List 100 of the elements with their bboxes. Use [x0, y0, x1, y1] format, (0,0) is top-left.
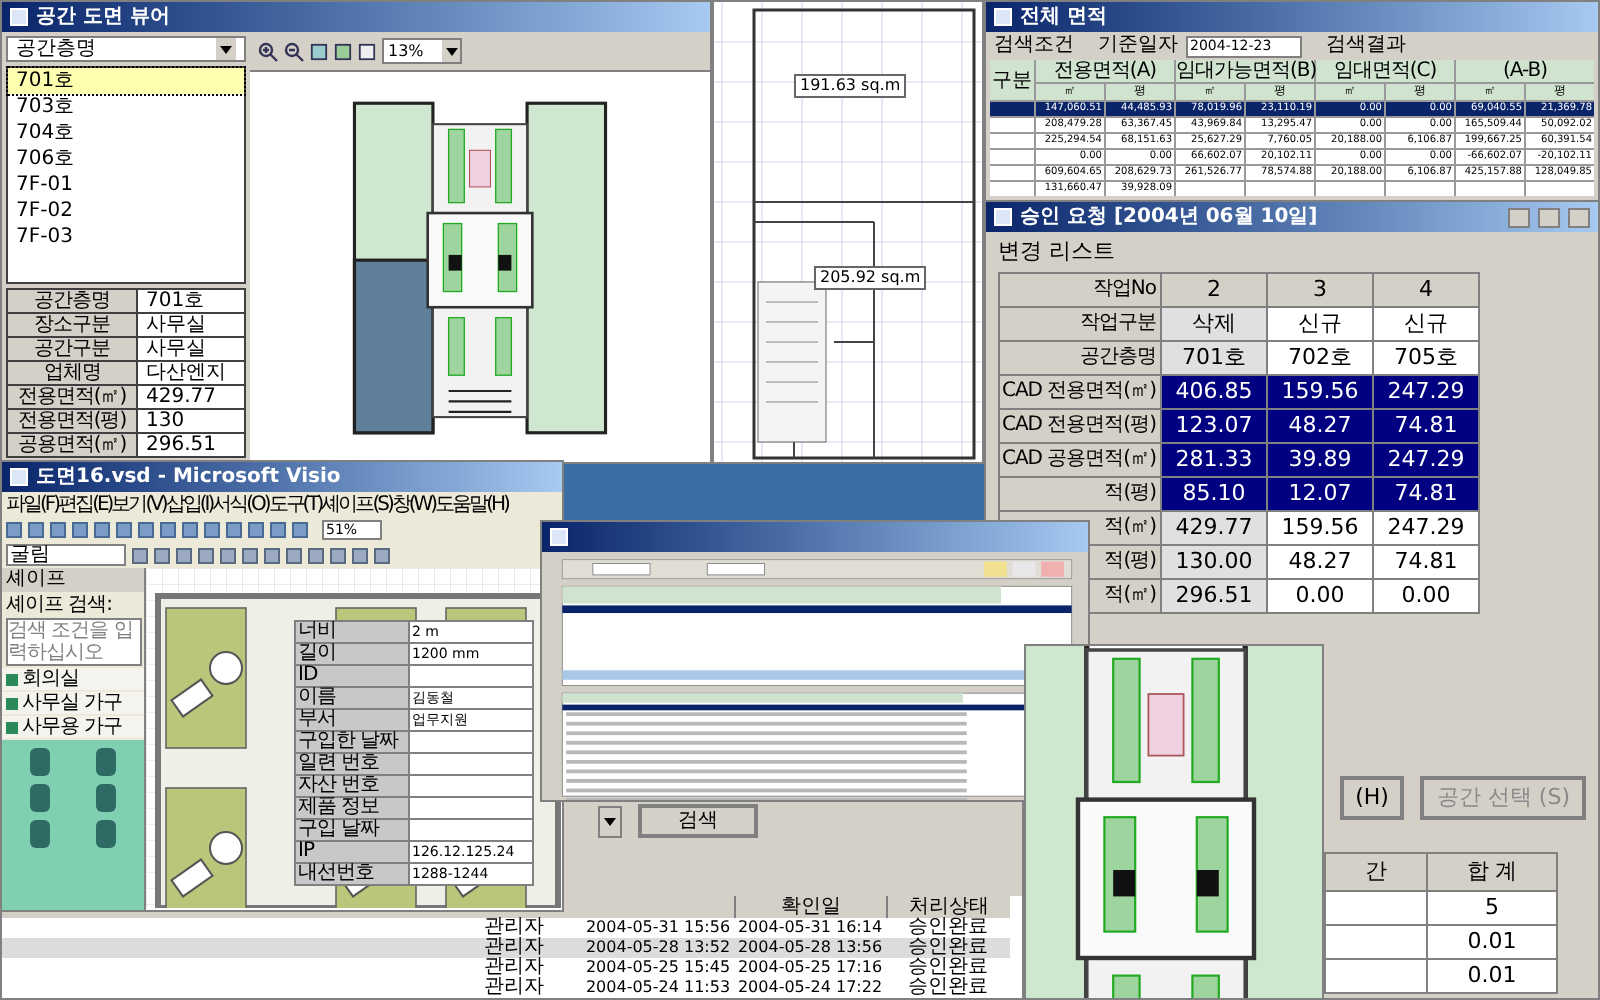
- property-value: [410, 732, 532, 752]
- list-item[interactable]: 7F-03: [8, 224, 244, 251]
- menu-item[interactable]: 파일(F): [6, 495, 59, 515]
- table-header: 구분: [990, 60, 1034, 100]
- list-item[interactable]: 7F-02: [8, 198, 244, 225]
- menu-item[interactable]: 보기(V): [111, 495, 166, 515]
- floor-dropdown[interactable]: 공간층명: [6, 36, 246, 63]
- table-cell: 48.27: [1268, 546, 1372, 578]
- property-value: [410, 820, 532, 840]
- search-field[interactable]: 검색 조건을 입력하십시오: [6, 618, 142, 666]
- table-cell: 2004-05-24 17:22: [734, 978, 886, 998]
- button: 공간 선택 (S): [1420, 776, 1586, 820]
- caret-icon: [442, 40, 460, 62]
- table-cell: 705호: [1374, 342, 1478, 374]
- table-header: 전용면적(A): [1036, 60, 1174, 82]
- property-label: IP: [296, 842, 408, 862]
- property-value: 429.77: [138, 386, 244, 408]
- menu-item[interactable]: 삽입(I): [165, 495, 213, 515]
- menu-item[interactable]: 도구(T): [268, 495, 322, 515]
- window-title: 전체 면적: [1020, 5, 1107, 29]
- furniture-shape-icon[interactable]: [29, 748, 50, 776]
- table-cell: 701호: [1162, 342, 1266, 374]
- table-cell: 관리자: [446, 938, 582, 958]
- table-cell: 승인완료: [886, 938, 1010, 958]
- row-label: CAD 공용면적(㎡): [1000, 444, 1160, 476]
- window-title: 승인 요청 [2004년 06월 10일]: [1020, 205, 1318, 229]
- window-icon: [994, 208, 1012, 226]
- table-cell: 2004-05-25 15:45: [582, 958, 734, 978]
- property-label: 공용면적(㎡): [8, 434, 136, 456]
- menu-item[interactable]: 도움말(H): [435, 495, 508, 515]
- furniture-shape-icon[interactable]: [96, 784, 117, 812]
- menu-item[interactable]: 창(W): [391, 495, 436, 515]
- list-item[interactable]: 703호: [8, 94, 244, 121]
- table-cell: 247.29: [1374, 512, 1478, 544]
- menu-item[interactable]: 셰이프(S): [321, 495, 392, 515]
- stencil-item[interactable]: 회의실: [2, 668, 144, 690]
- stencil-item[interactable]: 사무실 가구: [2, 692, 144, 714]
- table-cell: 신규: [1268, 308, 1372, 340]
- table-header: 임대면적(C): [1316, 60, 1454, 82]
- list-item[interactable]: 706호: [8, 146, 244, 173]
- table-cell: 247.29: [1374, 444, 1478, 476]
- field-label: 기준일자: [1098, 36, 1178, 56]
- list-item[interactable]: 704호: [8, 120, 244, 147]
- row-label: 공간층명: [1000, 342, 1160, 374]
- group-label: 검색결과: [1326, 36, 1406, 56]
- property-value: 사무실: [138, 314, 244, 336]
- furniture-shape-icon[interactable]: [29, 784, 50, 812]
- zoom-out-icon[interactable]: [284, 41, 304, 61]
- property-label: 자산 번호: [296, 776, 408, 796]
- close-button[interactable]: [1568, 207, 1590, 227]
- table-cell: 247.29: [1374, 376, 1478, 408]
- property-label: 내선번호: [296, 864, 408, 884]
- table-cell: 신규: [1374, 308, 1478, 340]
- property-value: 701호: [138, 290, 244, 312]
- maximize-button[interactable]: [1538, 207, 1560, 227]
- furniture-shape-icon[interactable]: [96, 820, 117, 848]
- table-cell: 429.77: [1162, 512, 1266, 544]
- caret-icon[interactable]: [598, 805, 622, 838]
- property-label: 구입한 날짜: [296, 732, 408, 752]
- property-label: 구입 날짜: [296, 820, 408, 840]
- font-field[interactable]: 굴림: [6, 544, 126, 566]
- table-cell: 5: [1428, 892, 1556, 924]
- table-cell: 48.27: [1268, 410, 1372, 442]
- table-cell: 3: [1268, 274, 1372, 306]
- stencil-item[interactable]: 사무용 가구: [2, 716, 144, 738]
- list-item[interactable]: 7F-01: [8, 172, 244, 199]
- zoom-dropdown[interactable]: 13%: [382, 38, 462, 64]
- search-label: 셰이프 검색:: [4, 594, 115, 616]
- button[interactable]: (H): [1339, 776, 1405, 820]
- property-label: ID: [296, 666, 408, 686]
- table-cell: 74.81: [1374, 546, 1478, 578]
- table-cell: 159.56: [1268, 376, 1372, 408]
- table-cell: 702호: [1268, 342, 1372, 374]
- table-cell: 4: [1374, 274, 1478, 306]
- zoom-in-icon[interactable]: [258, 41, 278, 61]
- table-cell: 130.00: [1162, 546, 1266, 578]
- window-icon: [550, 528, 568, 546]
- window-title: 도면16.vsd - Microsoft Visio: [36, 465, 341, 489]
- row-label: CAD 전용면적(㎡): [1000, 376, 1160, 408]
- table-cell: 2004-05-31 16:14: [734, 918, 886, 938]
- area-label: 205.92 sq.m: [814, 266, 927, 290]
- property-label: 전용면적(㎡): [8, 386, 136, 408]
- row-label: CAD 전용면적(평): [1000, 410, 1160, 442]
- furniture-shape-icon[interactable]: [29, 820, 50, 848]
- table-cell: 2004-05-28 13:52: [582, 938, 734, 958]
- minimize-button[interactable]: [1508, 207, 1530, 227]
- table-cell: 85.10: [1162, 478, 1266, 510]
- caret-icon: [216, 38, 236, 61]
- furniture-shape-icon[interactable]: [96, 748, 117, 776]
- property-label: 제품 정보: [296, 798, 408, 818]
- menu-item[interactable]: 서식(O): [212, 495, 269, 515]
- search-button[interactable]: 검색: [638, 804, 758, 839]
- table-cell: 2004-05-25 17:16: [734, 958, 886, 978]
- column-header: 처리상태: [886, 896, 1010, 918]
- property-label: 업체명: [8, 362, 136, 384]
- table-cell: 0.01: [1428, 926, 1556, 958]
- property-label: 공간구분: [8, 338, 136, 360]
- menu-item[interactable]: 편집(E): [58, 495, 112, 515]
- table-cell: 2: [1162, 274, 1266, 306]
- list-item[interactable]: 701호: [8, 68, 244, 95]
